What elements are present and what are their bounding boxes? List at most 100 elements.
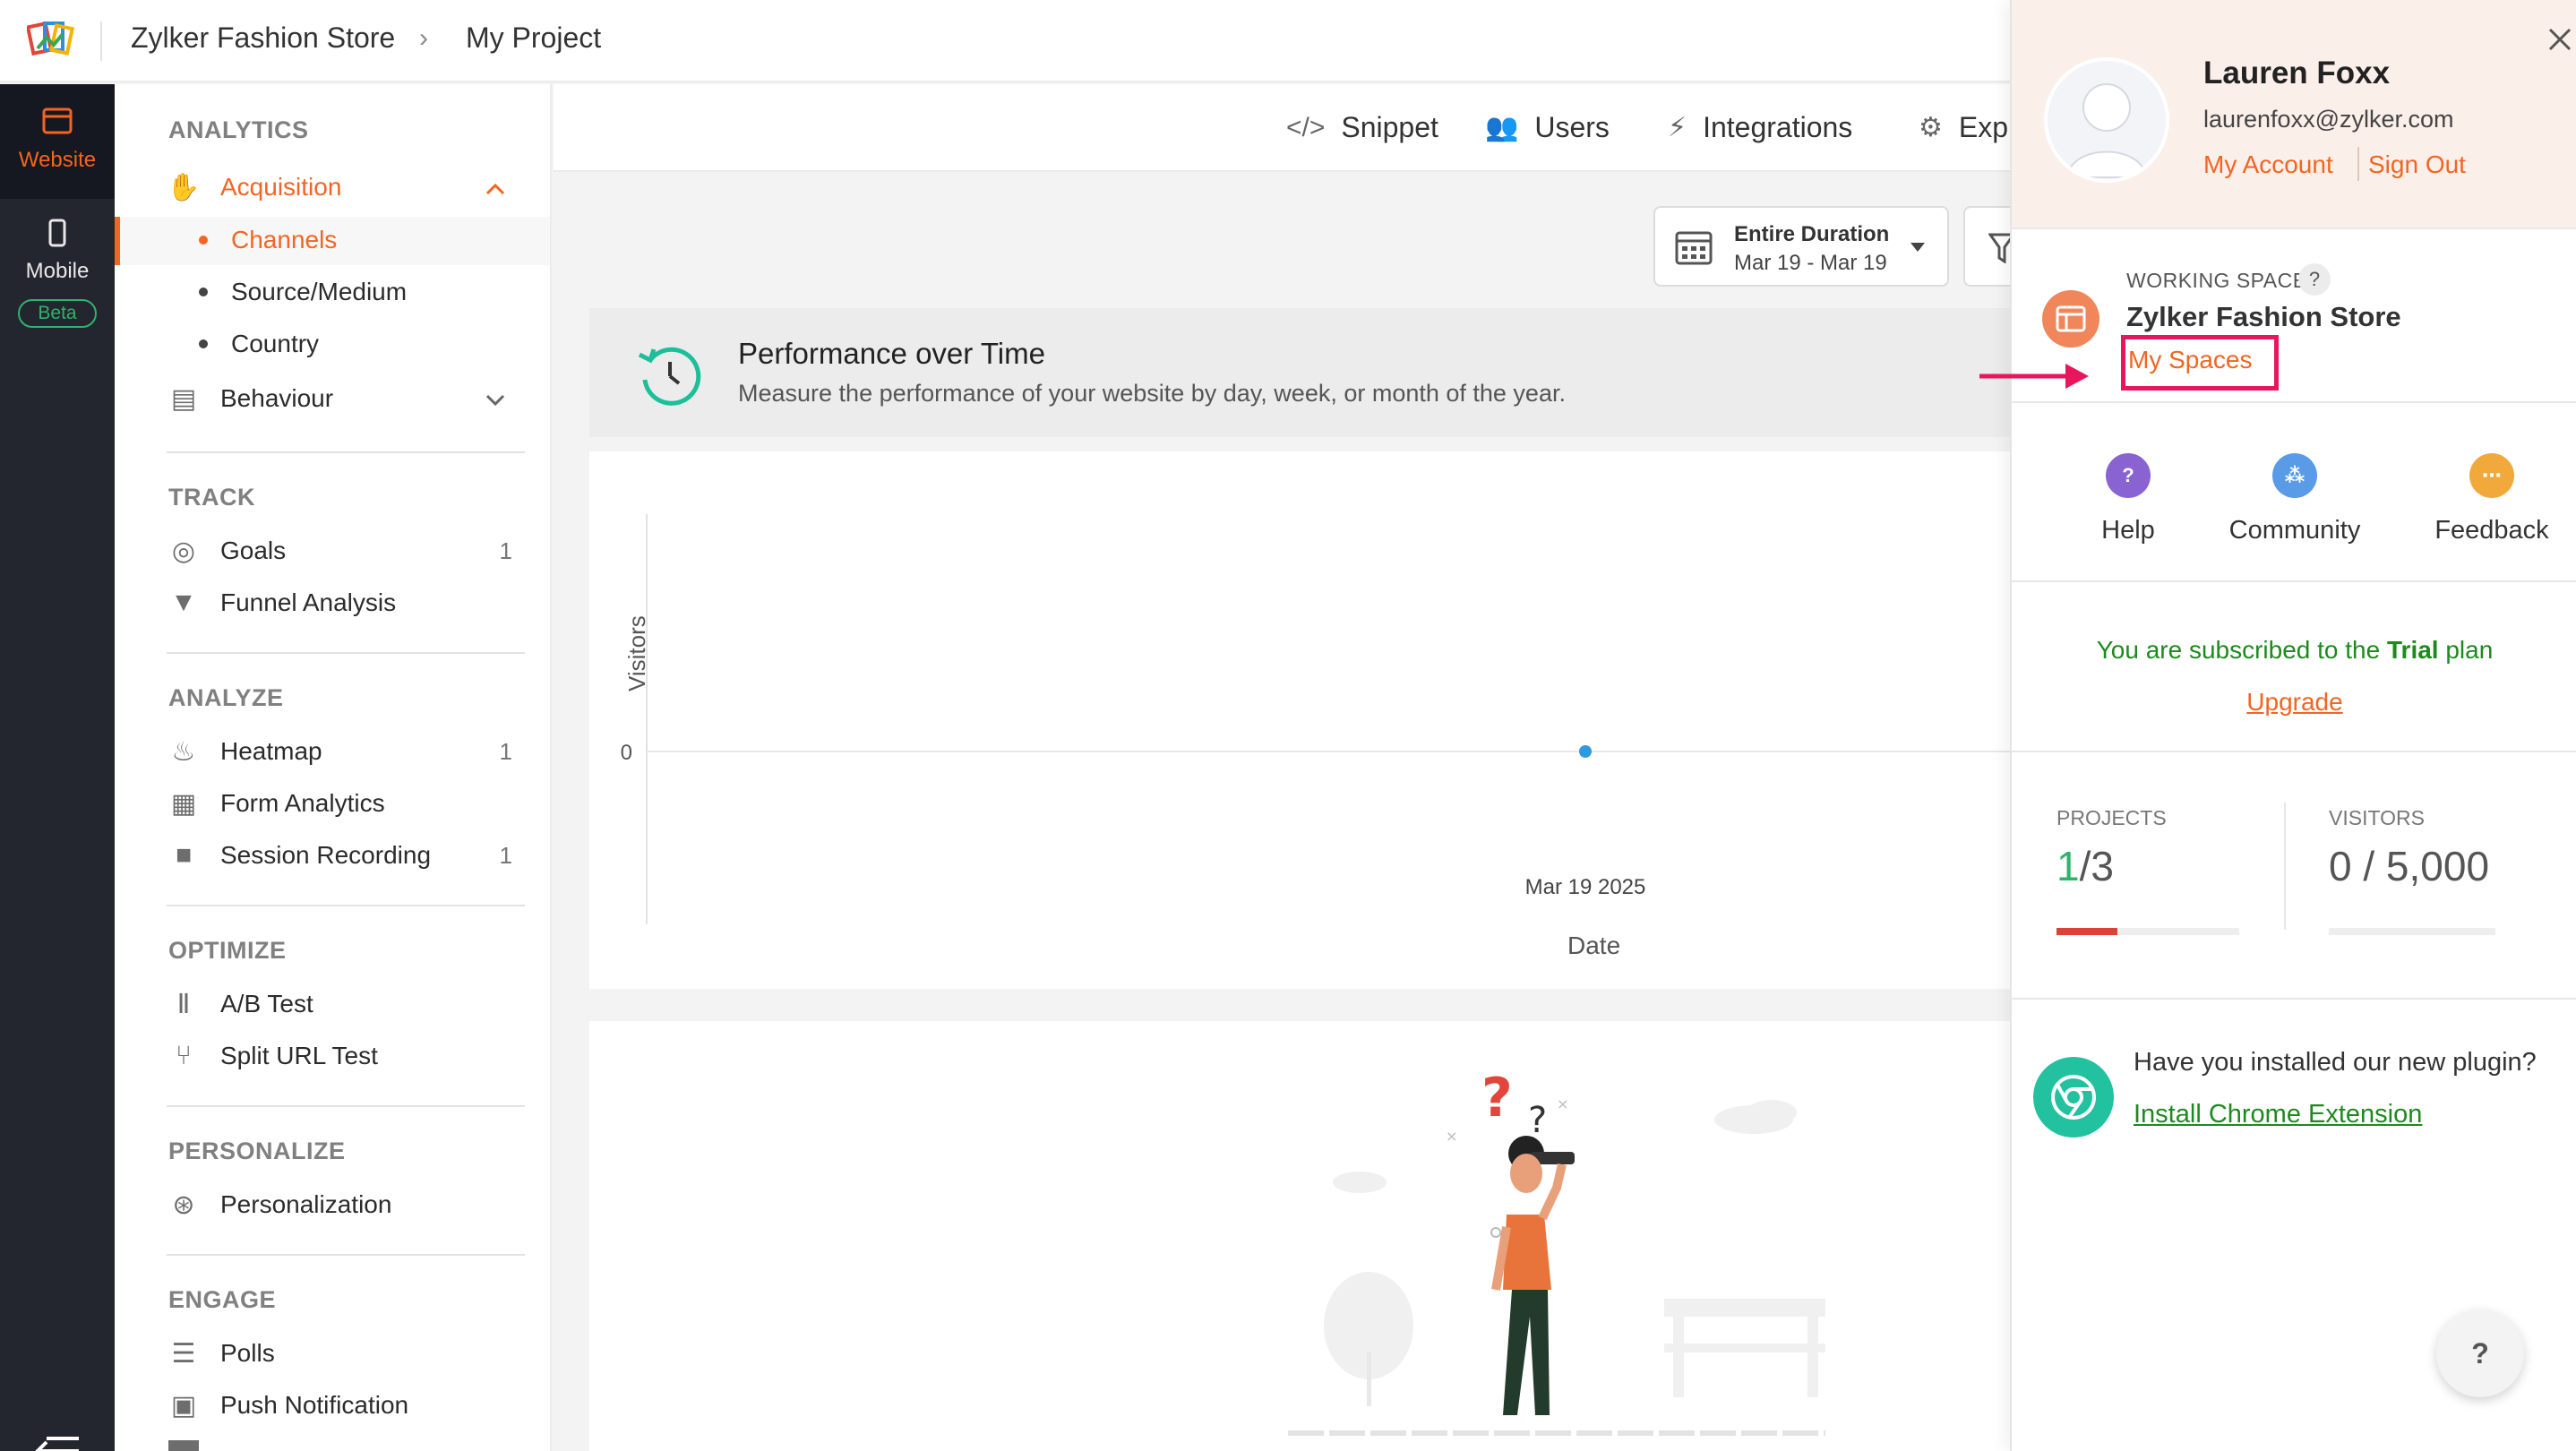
nav-source-medium[interactable]: Source/Medium	[199, 278, 407, 306]
chart-y-axis-label: Visitors	[623, 615, 650, 691]
x-tick-label: Mar 19 2025	[1525, 875, 1646, 899]
nav-country-label: Country	[231, 330, 320, 357]
section-track: TRACK	[168, 484, 255, 511]
nav-goals[interactable]: ◎ Goals	[168, 536, 286, 566]
chrome-extension-badge	[2033, 1057, 2114, 1138]
list-icon: ▤	[170, 383, 197, 414]
bullet-dot	[199, 288, 208, 296]
tab-users[interactable]: 👥 Users	[1485, 111, 1610, 144]
my-spaces-link[interactable]: My Spaces	[2128, 346, 2253, 374]
trial-prefix: You are subscribed to the	[2096, 636, 2387, 664]
notification-icon: ▣	[170, 1390, 197, 1421]
help-button[interactable]: ? Help	[2048, 453, 2209, 545]
tab-users-label: Users	[1534, 111, 1610, 143]
heatmap-count: 1	[499, 738, 512, 765]
target-icon: ◎	[171, 536, 196, 566]
nav-split-url[interactable]: ⑂ Split URL Test	[168, 1041, 378, 1071]
close-icon[interactable]	[2547, 27, 2572, 52]
data-point	[1579, 745, 1592, 758]
nav-channels[interactable]: Channels	[199, 226, 337, 254]
sign-out-link[interactable]: Sign Out	[2368, 150, 2466, 179]
breadcrumb-store[interactable]: Zylker Fashion Store	[131, 21, 395, 55]
nav-source-medium-label: Source/Medium	[231, 278, 408, 305]
chevron-up-icon[interactable]	[485, 183, 505, 195]
feedback-button[interactable]: ⋯ Feedback	[2411, 453, 2572, 545]
tab-integrations[interactable]: ⚡ Integrations	[1668, 111, 1852, 144]
browser-window-icon	[42, 107, 73, 134]
calendar-icon	[1675, 231, 1713, 265]
chevron-down-icon[interactable]	[485, 394, 505, 407]
rail-website-label: Website	[18, 148, 97, 172]
nav-divider	[167, 1254, 525, 1256]
app-logo-icon[interactable]	[27, 18, 75, 63]
empty-state-card: ? ? × ×	[589, 1021, 2022, 1451]
my-account-link[interactable]: My Account	[2203, 150, 2333, 179]
timer-refresh-icon	[638, 347, 701, 406]
rail-website[interactable]: Website	[0, 84, 115, 199]
avatar[interactable]	[2044, 57, 2169, 183]
user-name: Lauren Foxx	[2203, 56, 2391, 90]
help-fab-button[interactable]: ?	[2436, 1309, 2524, 1397]
section-engage: ENGAGE	[168, 1286, 277, 1313]
nav-divider	[167, 451, 525, 453]
rail-mobile[interactable]: Mobile	[0, 219, 115, 299]
nav-funnel[interactable]: ▼ Funnel Analysis	[168, 588, 396, 618]
nav-channels-label: Channels	[231, 226, 338, 253]
tab-export[interactable]: ⚙ Exp	[1919, 111, 2008, 144]
chart-x-axis-label: Date	[1567, 932, 1621, 959]
svg-text:?: ?	[1481, 1067, 1513, 1129]
session-count: 1	[499, 842, 512, 869]
dropdown-caret-icon	[1911, 243, 1925, 252]
stats-divider	[2284, 803, 2286, 930]
nav-push-notification[interactable]: ▣ Push Notification	[168, 1390, 408, 1421]
account-panel: Lauren Foxx laurenfoxx@zylker.com My Acc…	[2010, 0, 2576, 1451]
nav-behaviour[interactable]: ▤ Behaviour	[168, 383, 333, 414]
panel-divider	[2012, 228, 2576, 229]
users-icon: 👥	[1485, 113, 1519, 142]
y-tick-label: 0	[621, 741, 632, 765]
nav-acquisition-label: Acquisition	[220, 173, 342, 201]
working-space-help-icon[interactable]: ?	[2298, 263, 2331, 296]
workspace-board-icon	[2056, 305, 2086, 332]
nav-divider	[167, 652, 525, 654]
link-separator	[2357, 147, 2359, 181]
nav-form-analytics[interactable]: ▦ Form Analytics	[168, 788, 385, 819]
user-email: laurenfoxx@zylker.com	[2203, 106, 2454, 133]
install-chrome-extension-link[interactable]: Install Chrome Extension	[2134, 1100, 2422, 1129]
nav-acquisition[interactable]: ✋ Acquisition	[167, 172, 342, 202]
personalization-icon: ⊛	[172, 1189, 195, 1220]
feedback-icon: ⋯	[2469, 453, 2514, 498]
nav-personalization[interactable]: ⊛ Personalization	[168, 1189, 391, 1220]
trial-plan: Trial	[2386, 636, 2439, 664]
nav-polls[interactable]: ☰ Polls	[168, 1338, 275, 1369]
nav-session-recording[interactable]: ■ Session Recording	[168, 840, 431, 871]
nav-funnel-label: Funnel Analysis	[220, 588, 397, 616]
nav-divider	[167, 905, 525, 906]
chart-card: 0 Mar 19 2025 Visitors Date	[589, 451, 2022, 989]
funnel-icon: ▼	[170, 588, 197, 617]
nav-country[interactable]: Country	[199, 330, 319, 358]
projects-used: 1	[2057, 843, 2080, 889]
community-icon: ⁂	[2272, 453, 2317, 498]
nav-personalization-label: Personalization	[220, 1190, 392, 1218]
nav-ab-test[interactable]: Ⅱ A/B Test	[168, 989, 313, 1019]
collapse-menu-icon[interactable]	[34, 1435, 81, 1451]
form-icon: ▦	[170, 788, 197, 819]
svg-text:×: ×	[1557, 1095, 1568, 1112]
projects-value: 1/3	[2057, 842, 2114, 890]
duration-label: Entire Duration	[1734, 222, 1890, 246]
nav-next-item-icon	[168, 1440, 199, 1451]
split-arrow-icon: ⑂	[176, 1041, 192, 1070]
visitors-chart: 0 Mar 19 2025	[621, 514, 2022, 924]
nav-polls-label: Polls	[220, 1339, 275, 1367]
nav-heatmap[interactable]: ♨ Heatmap	[168, 736, 322, 767]
projects-progress-track	[2057, 928, 2239, 935]
tab-snippet[interactable]: </> Snippet	[1286, 111, 1438, 144]
breadcrumb-project[interactable]: My Project	[466, 21, 601, 55]
tab-snippet-label: Snippet	[1341, 111, 1438, 143]
tab-export-label: Exp	[1958, 111, 2009, 143]
upgrade-link[interactable]: Upgrade	[2012, 688, 2576, 717]
bullet-dot	[199, 339, 208, 348]
community-button[interactable]: ⁂ Community	[2214, 453, 2375, 545]
duration-picker[interactable]: Entire Duration Mar 19 - Mar 19	[1653, 206, 1949, 287]
